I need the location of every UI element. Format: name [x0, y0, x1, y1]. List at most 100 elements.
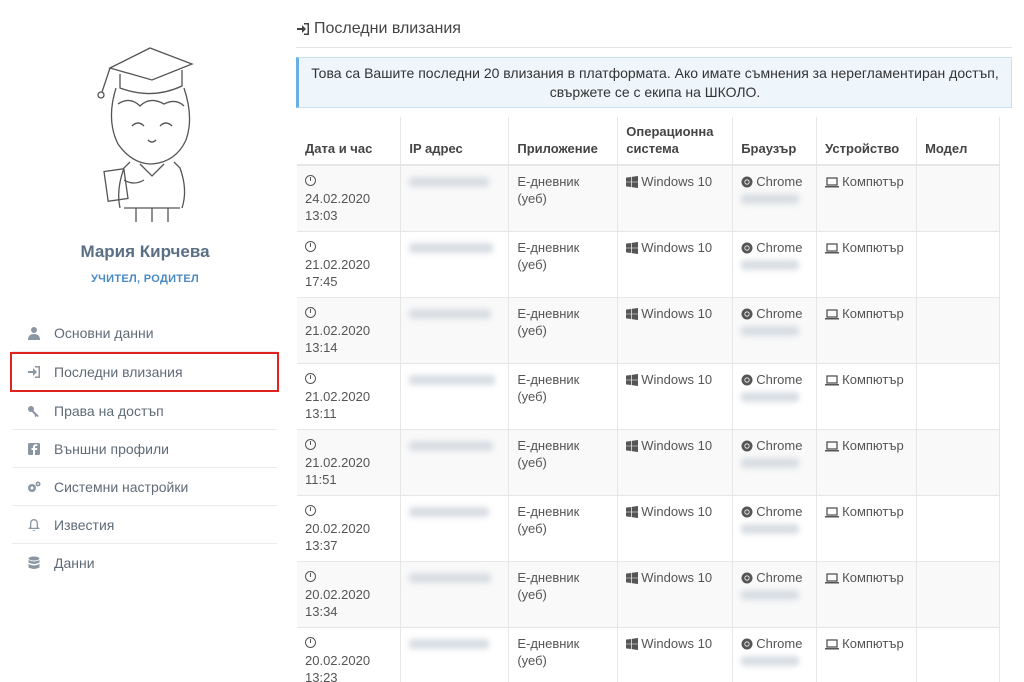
- cell-ip: [400, 297, 510, 364]
- cell-app: Е-дневник (уеб): [508, 627, 619, 682]
- cell-date-time: 20.02.2020 13:23: [297, 627, 402, 682]
- col-device: Устройство: [816, 117, 918, 166]
- cell-app: Е-дневник (уеб): [508, 429, 619, 496]
- profile-menu: Основни данни Последни влизания Права на…: [10, 314, 279, 582]
- user-icon: [26, 325, 42, 341]
- menu-item-system-settings[interactable]: Системни настройки: [12, 468, 277, 506]
- col-model: Модел: [916, 117, 1000, 166]
- ip-address-redacted: [409, 507, 490, 517]
- key-icon: [26, 403, 42, 419]
- device-name: Компютър: [842, 570, 904, 585]
- cell-model: [916, 429, 1000, 496]
- cell-model: [916, 297, 1000, 364]
- menu-item-label: Основни данни: [54, 324, 154, 341]
- browser-version-redacted: [741, 260, 800, 270]
- ip-address-redacted: [409, 243, 494, 253]
- windows-icon: [626, 440, 639, 452]
- browser-version-redacted: [741, 458, 800, 468]
- facebook-icon: [26, 441, 42, 457]
- cell-device: Компютър: [816, 561, 918, 628]
- login-date: 21.02.2020: [305, 323, 371, 338]
- cell-device: Компютър: [816, 297, 918, 364]
- clock-icon: [305, 637, 316, 648]
- login-time: 17:45: [305, 274, 338, 289]
- cell-browser: Chrome: [732, 429, 818, 496]
- cell-browser: Chrome: [732, 495, 818, 562]
- ip-address-redacted: [409, 375, 496, 385]
- table-row: 21.02.2020 11:51 Е-дневник (уеб) Windows…: [297, 429, 1000, 496]
- menu-item-label: Права на достъп: [54, 402, 164, 419]
- cell-os: Windows 10: [617, 495, 734, 562]
- windows-icon: [626, 176, 639, 188]
- login-date: 20.02.2020: [305, 653, 371, 668]
- menu-item-last-logins[interactable]: Последни влизания: [10, 352, 279, 392]
- database-icon: [26, 555, 42, 571]
- col-app: Приложение: [508, 117, 619, 166]
- clock-icon: [305, 175, 316, 186]
- table-row: 20.02.2020 13:37 Е-дневник (уеб) Windows…: [297, 495, 1000, 562]
- os-name: Windows 10: [641, 174, 713, 189]
- laptop-icon: [825, 375, 840, 386]
- ip-address-redacted: [409, 441, 494, 451]
- browser-version-redacted: [741, 326, 800, 336]
- menu-item-basic-data[interactable]: Основни данни: [12, 314, 277, 352]
- browser-version-redacted: [741, 194, 800, 204]
- cell-browser: Chrome: [732, 363, 818, 430]
- cell-browser: Chrome: [732, 627, 818, 682]
- browser-name: Chrome: [756, 504, 803, 519]
- title-divider: [296, 47, 1012, 48]
- windows-icon: [626, 374, 639, 386]
- cell-os: Windows 10: [617, 231, 734, 298]
- windows-icon: [626, 506, 639, 518]
- browser-version-redacted: [741, 656, 800, 666]
- os-name: Windows 10: [641, 240, 713, 255]
- cell-ip: [400, 164, 510, 232]
- menu-item-label: Данни: [54, 555, 95, 571]
- page-title: Последни влизания: [296, 20, 461, 38]
- table-row: 20.02.2020 13:34 Е-дневник (уеб) Windows…: [297, 561, 1000, 628]
- sign-in-icon: [26, 364, 42, 380]
- table-row: 21.02.2020 17:45 Е-дневник (уеб) Windows…: [297, 231, 1000, 298]
- clock-icon: [305, 505, 316, 516]
- login-date: 24.02.2020: [305, 191, 371, 206]
- menu-item-data[interactable]: Данни: [12, 544, 277, 582]
- laptop-icon: [825, 177, 840, 188]
- login-date: 21.02.2020: [305, 389, 371, 404]
- menu-item-label: Последни влизания: [54, 364, 183, 380]
- cell-app: Е-дневник (уеб): [508, 231, 619, 298]
- os-name: Windows 10: [641, 636, 713, 651]
- col-date-time: Дата и час: [297, 117, 402, 166]
- device-name: Компютър: [842, 372, 904, 387]
- cell-ip: [400, 561, 510, 628]
- menu-item-label: Системни настройки: [54, 478, 189, 495]
- login-time: 13:11: [305, 406, 337, 421]
- menu-item-notifications[interactable]: Известия: [12, 506, 277, 544]
- browser-version-redacted: [741, 590, 800, 600]
- menu-item-label: Известия: [54, 516, 115, 533]
- cell-browser: Chrome: [732, 164, 818, 232]
- cell-device: Компютър: [816, 363, 918, 430]
- sign-in-icon: [297, 23, 309, 35]
- menu-item-external-profiles[interactable]: Външни профили: [12, 430, 277, 468]
- device-name: Компютър: [842, 240, 904, 255]
- login-time: 13:03: [305, 208, 338, 223]
- cell-ip: [400, 627, 510, 682]
- menu-item-access-rights[interactable]: Права на достъп: [12, 392, 277, 430]
- cell-date-time: 21.02.2020 13:11: [297, 363, 402, 430]
- cell-os: Windows 10: [617, 561, 734, 628]
- cell-os: Windows 10: [617, 297, 734, 364]
- chrome-icon: [741, 572, 753, 584]
- cell-browser: Chrome: [732, 231, 818, 298]
- cell-device: Компютър: [816, 429, 918, 496]
- avatar: [97, 47, 194, 222]
- windows-icon: [626, 572, 639, 584]
- table-row: 21.02.2020 13:11 Е-дневник (уеб) Windows…: [297, 363, 1000, 430]
- cell-ip: [400, 495, 510, 562]
- os-name: Windows 10: [641, 306, 713, 321]
- cell-date-time: 20.02.2020 13:37: [297, 495, 402, 562]
- browser-name: Chrome: [756, 438, 803, 453]
- clock-icon: [305, 241, 316, 252]
- browser-name: Chrome: [756, 570, 803, 585]
- device-name: Компютър: [842, 438, 904, 453]
- cell-browser: Chrome: [732, 297, 818, 364]
